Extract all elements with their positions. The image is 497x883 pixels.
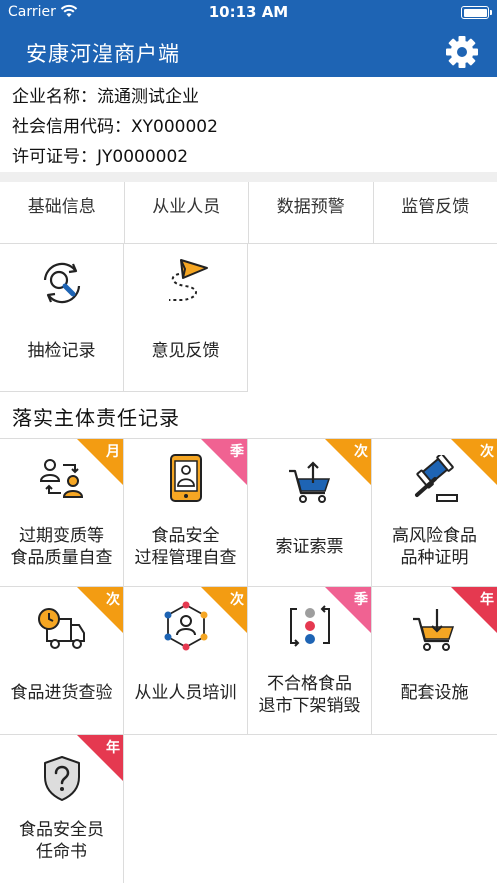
section-divider <box>0 172 497 182</box>
record-item-certificates[interactable]: 索证索票 次 <box>248 439 372 587</box>
frequency-badge-text: 季 <box>354 592 368 608</box>
record-item-quality-check[interactable]: 过期变质等 食品质量自查 月 <box>0 439 124 587</box>
frequency-badge-text: 次 <box>230 592 244 608</box>
magnifier-refresh-icon <box>43 262 81 304</box>
frequency-badge-text: 月 <box>106 444 120 460</box>
record-label: 高风险食品 品种证明 <box>392 526 477 568</box>
license-row: 许可证号：JY0000002 <box>12 142 188 167</box>
record-label: 不合格食品 退市下架销毁 <box>258 674 361 716</box>
page-title: 安康河湟商户端 <box>26 42 180 66</box>
company-name-row: 企业名称：流通测试企业 <box>12 82 199 107</box>
frequency-badge-text: 次 <box>480 444 494 460</box>
record-label: 从业人员培训 <box>134 683 237 703</box>
record-label: 食品安全员 任命书 <box>19 820 104 862</box>
tab-bar: 基础信息 从业人员 数据预警 监管反馈 <box>0 182 497 244</box>
record-item-safety-officer[interactable]: 食品安全员 任命书 年 <box>0 735 124 883</box>
company-name-label: 企业名称： <box>12 87 97 107</box>
quick-item-inspection[interactable]: 抽检记录 <box>0 244 124 392</box>
record-item-facilities[interactable]: 配套设施 年 <box>372 587 497 735</box>
frequency-badge-text: 次 <box>106 592 120 608</box>
credit-code-value: XY000002 <box>131 117 218 137</box>
record-item-process-check[interactable]: 食品安全 过程管理自查 季 <box>124 439 248 587</box>
paper-plane-icon <box>169 259 208 301</box>
credit-code-row: 社会信用代码：XY000002 <box>12 112 218 137</box>
frequency-badge-text: 季 <box>230 444 244 460</box>
clock: 10:13 AM <box>208 3 289 21</box>
credit-code-label: 社会信用代码： <box>12 117 131 137</box>
record-label: 配套设施 <box>400 683 469 703</box>
gear-icon[interactable] <box>445 35 479 69</box>
battery-icon <box>461 6 492 19</box>
record-item-high-risk-proof[interactable]: 高风险食品 品种证明 次 <box>372 439 497 587</box>
record-label: 食品安全 过程管理自查 <box>134 526 237 568</box>
quick-item-feedback[interactable]: 意见反馈 <box>124 244 248 392</box>
record-label: 食品进货查验 <box>10 683 113 703</box>
record-item-unqualified-removal[interactable]: 不合格食品 退市下架销毁 季 <box>248 587 372 735</box>
record-label: 过期变质等 食品质量自查 <box>10 526 113 568</box>
company-info: 企业名称：流通测试企业 社会信用代码：XY000002 许可证号：JY00000… <box>0 77 497 172</box>
frequency-badge-text: 次 <box>354 444 368 460</box>
record-item-purchase-inspection[interactable]: 食品进货查验 次 <box>0 587 124 735</box>
tab-data-warning[interactable]: 数据预警 <box>249 182 374 243</box>
frequency-badge-text: 年 <box>106 740 120 756</box>
quick-item-label: 抽检记录 <box>27 341 96 361</box>
status-bar: Carrier 10:13 AM <box>0 0 497 26</box>
tab-basic-info[interactable]: 基础信息 <box>0 182 125 243</box>
quick-item-label: 意见反馈 <box>151 341 220 361</box>
nav-bar: 安康河湟商户端 <box>0 26 497 77</box>
frequency-badge-text: 年 <box>480 592 494 608</box>
license-label: 许可证号： <box>12 147 97 167</box>
record-label: 索证索票 <box>275 537 344 557</box>
license-value: JY0000002 <box>97 147 189 167</box>
record-item-staff-training[interactable]: 从业人员培训 次 <box>124 587 248 735</box>
company-name-value: 流通测试企业 <box>97 87 199 107</box>
tab-supervision-feedback[interactable]: 监管反馈 <box>374 182 497 243</box>
tab-staff[interactable]: 从业人员 <box>125 182 249 243</box>
section-title: 落实主体责任记录 <box>12 406 180 430</box>
